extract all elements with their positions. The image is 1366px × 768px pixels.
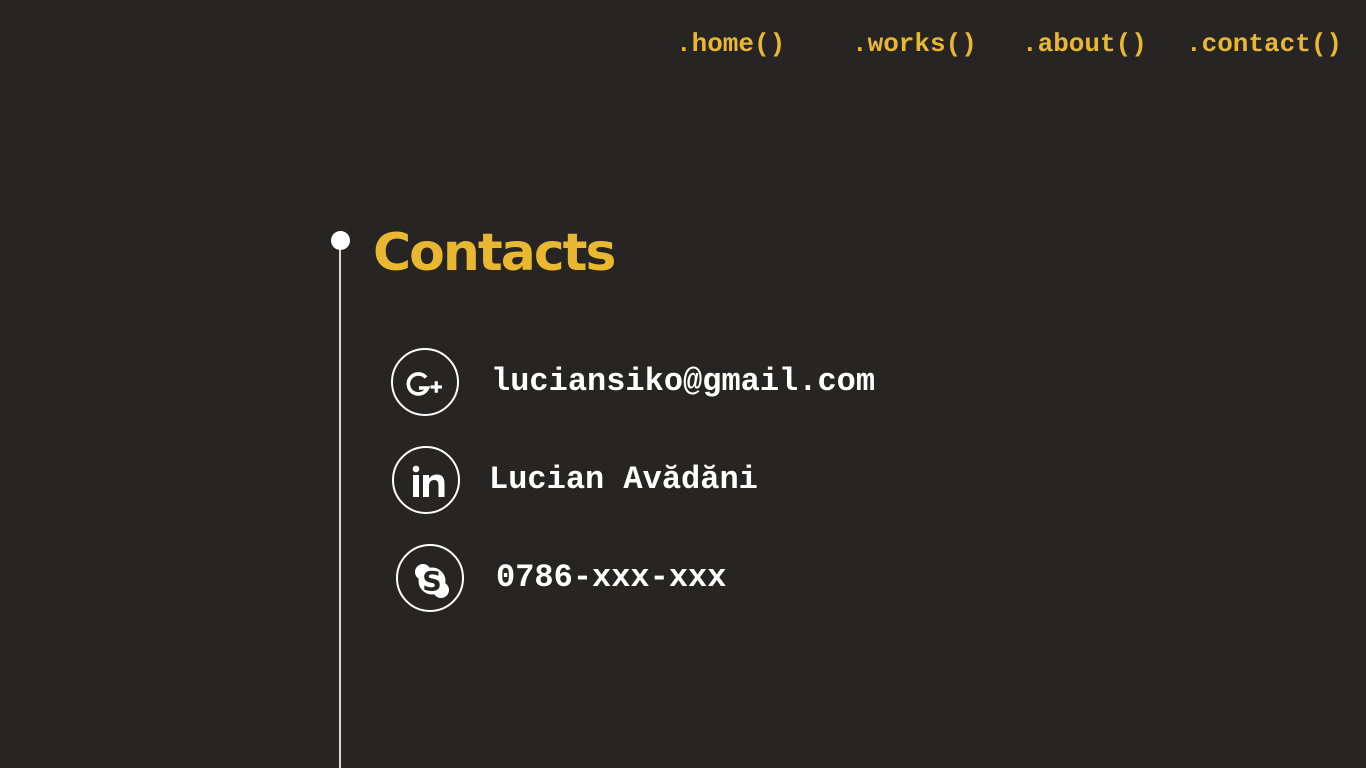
phone-text: 0786-xxx-xxx — [496, 559, 727, 596]
svg-text:S: S — [422, 567, 441, 598]
nav-link-about[interactable]: .about() — [1022, 28, 1147, 60]
email-text: luciansiko@gmail.com — [491, 363, 876, 400]
linkedin-icon — [392, 446, 460, 514]
skype-icon: S — [396, 544, 464, 612]
nav-link-works[interactable]: .works() — [852, 28, 977, 60]
top-navigation: .home() .works() .about() .contact() — [0, 28, 1366, 62]
timeline-line — [339, 240, 341, 768]
nav-link-contact[interactable]: .contact() — [1186, 28, 1342, 60]
contacts-title: Contacts — [373, 223, 616, 283]
timeline-dot — [331, 231, 350, 250]
linkedin-name-text: Lucian Avădăni — [489, 461, 758, 498]
google-plus-icon — [391, 348, 459, 416]
nav-link-home[interactable]: .home() — [676, 28, 785, 60]
